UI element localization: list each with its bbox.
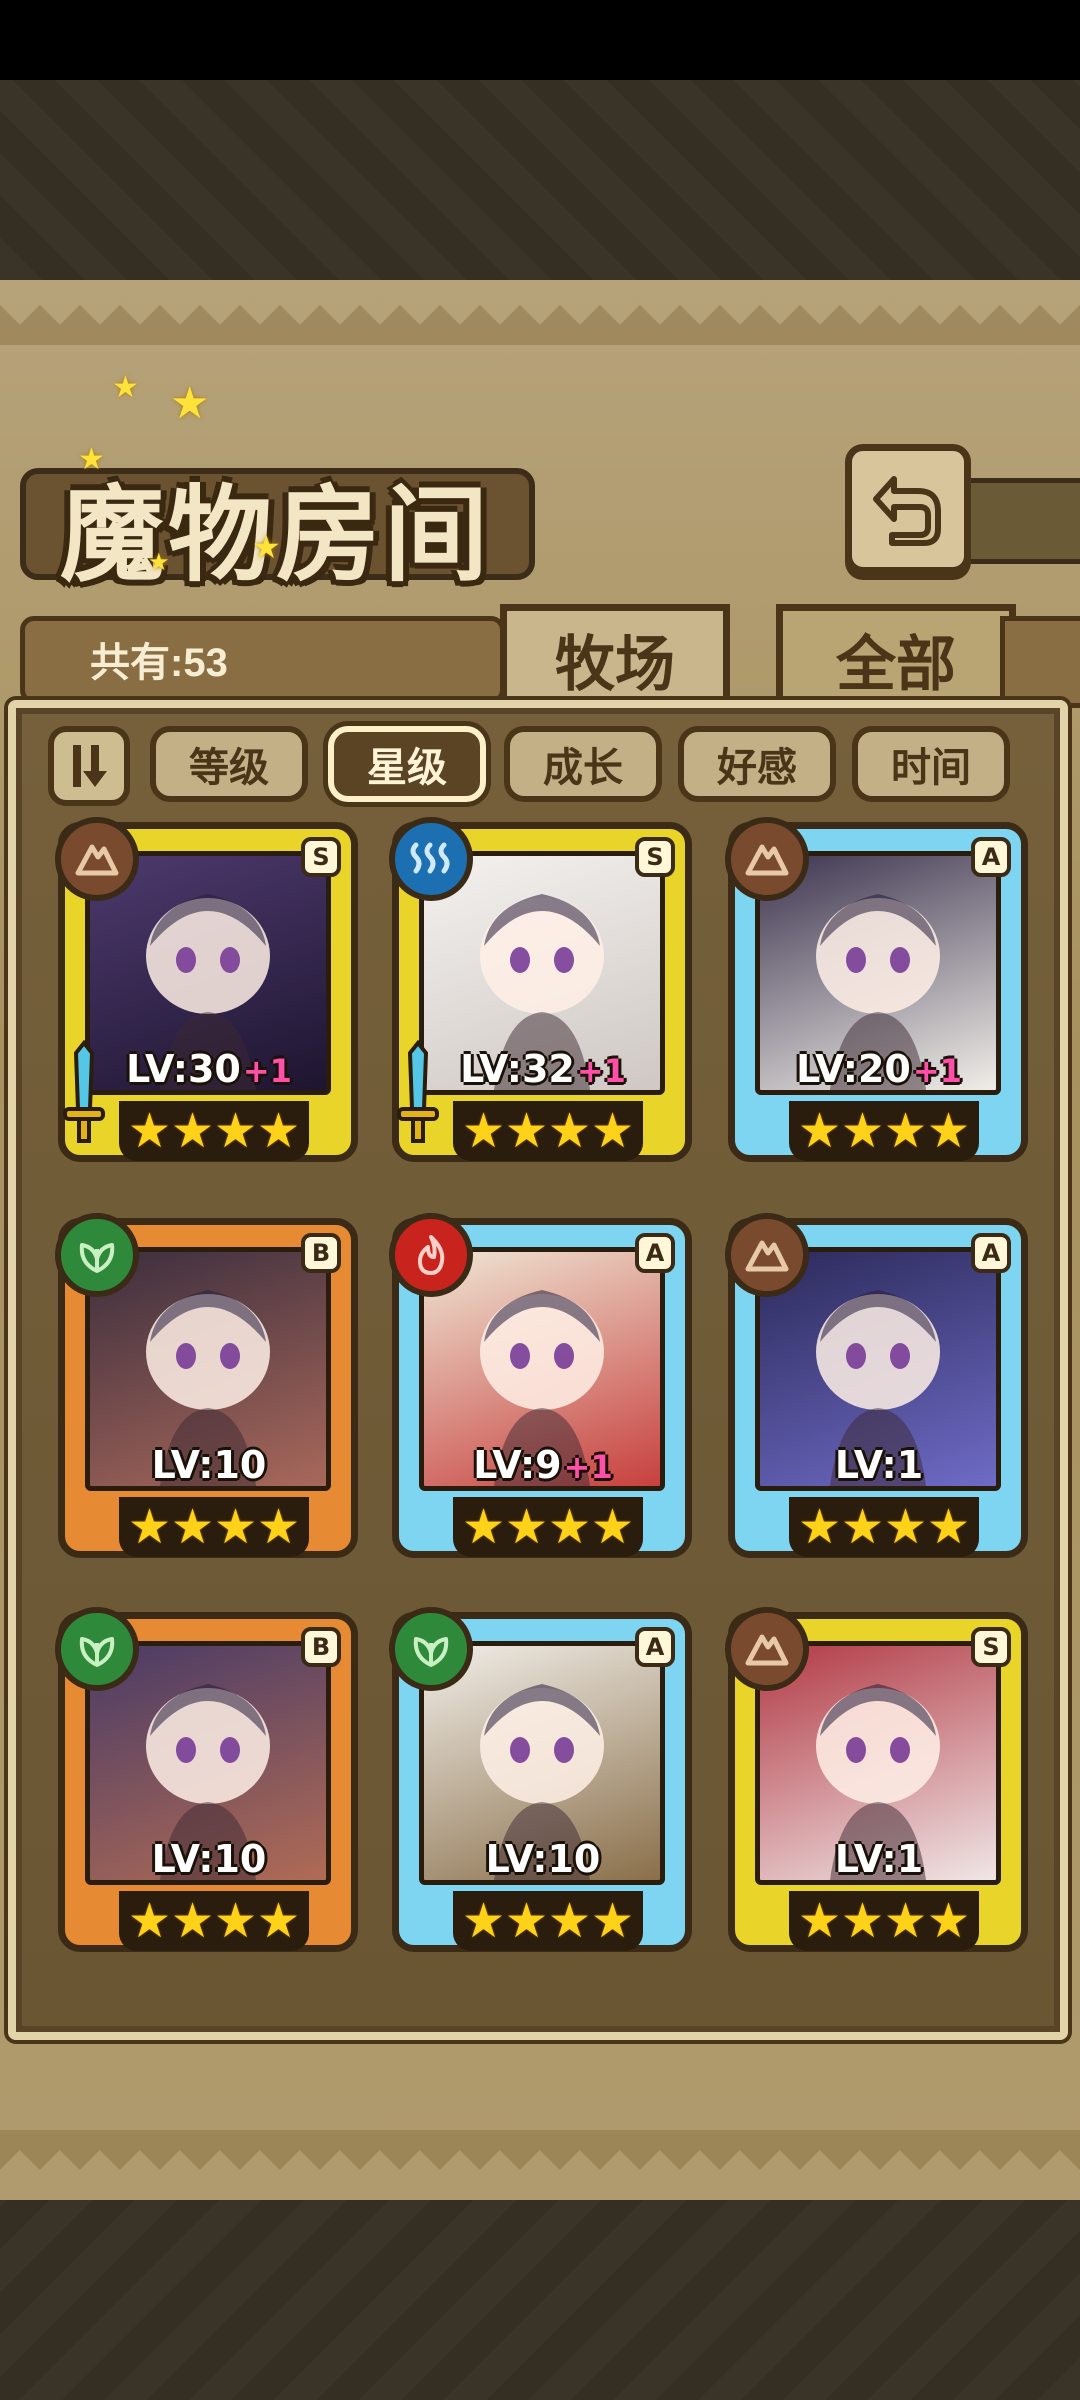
monster-card[interactable]: A LV:20+1 ★★★★ xyxy=(725,817,1028,1162)
zigzag-border-top xyxy=(0,305,1080,345)
monster-card[interactable]: S LV:1 ★★★★ xyxy=(725,1607,1028,1952)
nature-element-icon xyxy=(55,1213,139,1297)
sort-by-level-button[interactable]: 等级 xyxy=(150,726,308,802)
page-title: 魔物房间 xyxy=(60,473,493,596)
sort-by-stars-button[interactable]: 星级 xyxy=(328,726,486,802)
star-rating: ★★★★ xyxy=(453,1101,643,1161)
sort-by-time-button[interactable]: 时间 xyxy=(852,726,1010,802)
water-element-icon xyxy=(389,817,473,901)
star-rating: ★★★★ xyxy=(119,1497,309,1557)
monster-level: LV:32+1 xyxy=(423,1047,663,1091)
sort-by-growth-button[interactable]: 成长 xyxy=(504,726,662,802)
map-background-bottom xyxy=(0,2200,1080,2400)
map-background-top xyxy=(0,80,1080,280)
rank-badge: S xyxy=(301,837,341,877)
monster-card[interactable]: A LV:10 ★★★★ xyxy=(389,1607,692,1952)
level-bonus: +1 xyxy=(912,1052,962,1090)
rank-badge: S xyxy=(971,1627,1011,1667)
return-arrow-icon xyxy=(873,476,941,546)
monster-card[interactable]: S LV:32+1 ★★★★ xyxy=(389,817,692,1162)
monster-card[interactable]: A LV:1 ★★★★ xyxy=(725,1213,1028,1558)
rank-badge: B xyxy=(301,1233,341,1273)
monster-card[interactable]: A LV:9+1 ★★★★ xyxy=(389,1213,692,1558)
level-bonus: +1 xyxy=(576,1052,626,1090)
earth-element-icon xyxy=(55,817,139,901)
level-text: LV:10 xyxy=(151,1443,267,1487)
monster-level: LV:30+1 xyxy=(89,1047,329,1091)
star-rating: ★★★★ xyxy=(453,1891,643,1951)
tab-all[interactable]: 全部 xyxy=(776,604,1016,708)
sort-order-icon xyxy=(73,745,107,787)
level-text: LV:20 xyxy=(796,1047,911,1091)
star-rating: ★★★★ xyxy=(789,1891,979,1951)
earth-element-icon xyxy=(725,1213,809,1297)
sparkle-star-icon: ★ xyxy=(252,528,281,566)
level-bonus: +1 xyxy=(563,1448,613,1486)
monster-card[interactable]: B LV:10 ★★★★ xyxy=(55,1213,358,1558)
level-text: LV:10 xyxy=(485,1837,601,1881)
tab-label: 牧场 xyxy=(555,630,675,700)
star-rating: ★★★★ xyxy=(119,1891,309,1951)
zigzag-border-bottom xyxy=(0,2130,1080,2170)
nature-element-icon xyxy=(55,1607,139,1691)
tab-label: 全部 xyxy=(836,630,956,700)
star-rating: ★★★★ xyxy=(789,1497,979,1557)
sparkle-star-icon: ★ xyxy=(170,378,210,429)
sort-order-toggle[interactable] xyxy=(48,726,130,806)
status-bar xyxy=(0,0,1080,80)
monster-level: LV:20+1 xyxy=(759,1047,999,1091)
star-rating: ★★★★ xyxy=(119,1101,309,1161)
sparkle-star-icon: ★ xyxy=(78,442,105,477)
back-button[interactable] xyxy=(845,444,971,574)
nature-element-icon xyxy=(389,1607,473,1691)
level-text: LV:32 xyxy=(460,1047,575,1091)
star-rating: ★★★★ xyxy=(789,1101,979,1161)
rank-badge: A xyxy=(971,1233,1011,1273)
level-bonus: +1 xyxy=(242,1052,292,1090)
sort-by-affection-button[interactable]: 好感 xyxy=(678,726,836,802)
rank-badge: A xyxy=(635,1233,675,1273)
earth-element-icon xyxy=(725,817,809,901)
fire-element-icon xyxy=(389,1213,473,1297)
level-text: LV:30 xyxy=(126,1047,241,1091)
monster-level: LV:10 xyxy=(89,1443,329,1487)
monster-level: LV:1 xyxy=(759,1443,999,1487)
monster-level: LV:1 xyxy=(759,1837,999,1881)
level-text: LV:1 xyxy=(834,1443,924,1487)
rank-badge: A xyxy=(971,837,1011,877)
sparkle-star-icon: ★ xyxy=(112,370,139,405)
star-rating: ★★★★ xyxy=(453,1497,643,1557)
monster-card[interactable]: S LV:30+1 ★★★★ xyxy=(55,817,358,1162)
level-text: LV:1 xyxy=(834,1837,924,1881)
level-text: LV:9 xyxy=(473,1443,562,1487)
level-text: LV:10 xyxy=(151,1837,267,1881)
earth-element-icon xyxy=(725,1607,809,1691)
rank-badge: A xyxy=(635,1627,675,1667)
tab-ranch[interactable]: 牧场 xyxy=(500,604,730,708)
sparkle-star-icon: ★ xyxy=(148,548,170,576)
tab-strip-end xyxy=(1000,616,1080,708)
rank-badge: S xyxy=(635,837,675,877)
monster-card[interactable]: B LV:10 ★★★★ xyxy=(55,1607,358,1952)
monster-level: LV:10 xyxy=(89,1837,329,1881)
monster-level: LV:9+1 xyxy=(423,1443,663,1487)
monster-count: 共有:53 xyxy=(90,641,228,685)
monster-level: LV:10 xyxy=(423,1837,663,1881)
rank-badge: B xyxy=(301,1627,341,1667)
